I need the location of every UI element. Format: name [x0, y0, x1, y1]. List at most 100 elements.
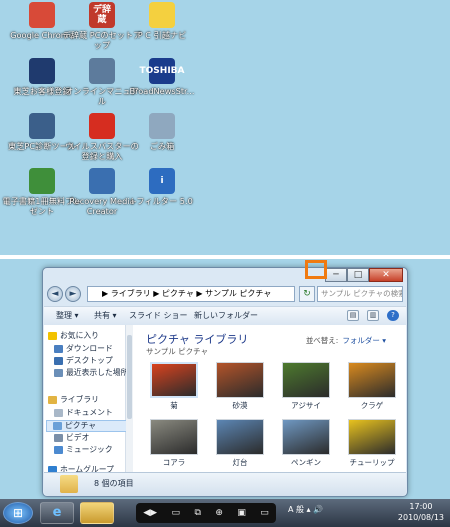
desktop-shortcut-label: i-フィルター 5.0	[131, 196, 193, 206]
media-control-icon[interactable]: ⧉	[194, 508, 200, 518]
clock-date: 2010/08/13	[397, 513, 444, 522]
window-controls: ─ □ ✕	[325, 268, 403, 282]
media-control-icon[interactable]: ▭	[172, 508, 181, 518]
preview-pane-icon[interactable]: ▥	[367, 310, 379, 321]
nav-item[interactable]: ドキュメント	[48, 408, 113, 418]
picture-preview	[348, 419, 396, 455]
i-filter-icon: i	[149, 168, 175, 194]
nav-item-label: ビデオ	[66, 433, 90, 442]
back-button[interactable]: ◄	[47, 286, 63, 302]
item-count: 8 個の項目	[94, 479, 134, 488]
picture-thumbnail[interactable]: チューリップ	[344, 419, 400, 471]
desktop-shortcut-label: ごみ箱	[149, 141, 175, 151]
pc-diagnostic-icon	[29, 113, 55, 139]
desktop-shortcut[interactable]: i i-フィルター 5.0	[122, 168, 202, 206]
nav-item-icon	[54, 409, 63, 417]
nav-item[interactable]: ビデオ	[48, 433, 89, 443]
picture-thumbnail[interactable]: ペンギン	[278, 419, 334, 471]
desktop-shortcut[interactable]: TOSHIBA BroadNewsStr...	[122, 58, 202, 96]
explorer-taskbar-icon[interactable]	[80, 502, 114, 524]
nav-item[interactable]: 最近表示した場所	[48, 368, 128, 378]
content-area: お気に入りダウンロード デスクトップ最近表示した場所 ライブラリドキュメント ピクチャ…	[44, 325, 406, 474]
pc-hikkoshi-navi-icon	[149, 2, 175, 28]
nav-item-label: デスクトップ	[66, 356, 113, 365]
picture-thumbnail[interactable]: クラゲ	[344, 362, 400, 414]
nav-item-icon	[54, 446, 63, 454]
forward-button[interactable]: ►	[65, 286, 81, 302]
nav-item-icon	[54, 369, 63, 377]
address-bar[interactable]: ▶ ライブラリ ▶ ピクチャ ▶ サンプル ピクチャ	[87, 286, 295, 302]
clock[interactable]: 17:00 2010/08/13	[398, 501, 444, 523]
picture-thumbnail[interactable]: 砂漠	[212, 362, 268, 414]
nav-item[interactable]: ピクチャ	[46, 420, 128, 432]
nav-item-icon	[54, 357, 63, 365]
recovery-media-icon	[89, 168, 115, 194]
search-input[interactable]: サンプル ピクチャの検索	[317, 286, 403, 302]
media-controls: ◀▶ ▭ ⧉ ⊕ ▣ ▭	[136, 503, 276, 523]
system-tray[interactable]: A 般 ▴ 🔊	[288, 504, 323, 515]
taskbar: ⊞ e ◀▶ ▭ ⧉ ⊕ ▣ ▭ A 般 ▴ 🔊 17:00 2010/08/13	[0, 499, 450, 527]
nav-item-icon	[54, 434, 63, 442]
online-manual-icon	[89, 58, 115, 84]
picture-label: チューリップ	[349, 458, 395, 467]
arrange-label: 並べ替え:	[305, 336, 339, 345]
nav-item-icon	[54, 345, 63, 353]
organize-menu[interactable]: 整理 ▾	[56, 307, 79, 325]
picture-label: 菊	[170, 401, 178, 410]
arrange-by[interactable]: 並べ替え: フォルダー ▾	[306, 335, 386, 346]
desktop-shortcut[interactable]: P C 引越ナビ	[122, 2, 202, 40]
picture-label: アジサイ	[291, 401, 321, 410]
nav-scrollbar[interactable]	[126, 325, 133, 472]
picture-label: ペンギン	[291, 458, 321, 467]
navigation-pane: お気に入りダウンロード デスクトップ最近表示した場所 ライブラリドキュメント ピクチャ…	[44, 325, 128, 474]
nav-item[interactable]: ミュージック	[48, 445, 113, 455]
dejizo-setup-icon: デ辞蔵	[89, 2, 115, 28]
refresh-icon[interactable]: ↻	[299, 286, 315, 302]
nav-item-label: ミュージック	[66, 445, 113, 454]
scroll-thumb[interactable]	[127, 335, 132, 419]
media-control-icon[interactable]: ▣	[237, 508, 246, 518]
nav-item[interactable]: ライブラリ	[48, 395, 99, 405]
picture-label: クラゲ	[360, 401, 384, 410]
picture-thumbnail[interactable]: コアラ	[146, 419, 202, 471]
highlight-box	[305, 260, 327, 279]
picture-label: コアラ	[162, 458, 186, 467]
help-icon[interactable]: ?	[387, 310, 399, 321]
explorer-window[interactable]: ─ □ ✕ ◄ ► ▶ ライブラリ ▶ ピクチャ ▶ サンプル ピクチャ ↻ サ…	[42, 267, 408, 497]
minimize-button[interactable]: ─	[325, 268, 347, 282]
picture-preview	[216, 419, 264, 455]
arrange-value[interactable]: フォルダー ▾	[342, 336, 386, 345]
start-button[interactable]: ⊞	[3, 502, 33, 524]
desktop-shortcut-label: BroadNewsStr...	[129, 86, 195, 96]
maximize-button[interactable]: □	[347, 268, 369, 282]
share-menu[interactable]: 共有 ▾	[94, 307, 117, 325]
media-control-icon[interactable]: ◀▶	[143, 508, 157, 518]
nav-item[interactable]: デスクトップ	[48, 356, 113, 366]
nav-item-label: ピクチャ	[65, 421, 97, 430]
new-folder-button[interactable]: 新しいフォルダー	[194, 307, 258, 325]
desktop-shortcut[interactable]: ごみ箱	[122, 113, 202, 151]
thumbnail-grid: 菊 砂漠 アジサイ クラゲコアラ 灯台 ペンギン チューリップ	[146, 362, 396, 472]
picture-thumbnail[interactable]: 菊	[146, 362, 202, 414]
clock-time: 17:00	[409, 502, 433, 511]
desktop-shortcut-label: P C 引越ナビ	[137, 30, 187, 40]
picture-preview	[216, 362, 264, 398]
picture-thumbnail[interactable]: 灯台	[212, 419, 268, 471]
nav-item[interactable]: お気に入り	[48, 331, 99, 341]
view-options-icon[interactable]: ▤	[347, 310, 359, 321]
close-button[interactable]: ✕	[369, 268, 403, 282]
picture-label: 砂漠	[232, 401, 248, 410]
media-control-icon[interactable]: ▭	[260, 508, 269, 518]
picture-thumbnail[interactable]: アジサイ	[278, 362, 334, 414]
recycle-bin-icon	[149, 113, 175, 139]
slideshow-button[interactable]: スライド ショー	[129, 307, 188, 325]
chrome-icon	[29, 2, 55, 28]
media-control-icon[interactable]: ⊕	[215, 508, 223, 518]
nav-item-icon	[53, 422, 62, 430]
nav-item-label: ドキュメント	[66, 408, 113, 417]
nav-item-icon	[48, 332, 57, 340]
nav-item-label: ダウンロード	[66, 344, 113, 353]
ie-taskbar-icon[interactable]: e	[40, 502, 74, 524]
picture-preview	[348, 362, 396, 398]
nav-item[interactable]: ダウンロード	[48, 344, 113, 354]
